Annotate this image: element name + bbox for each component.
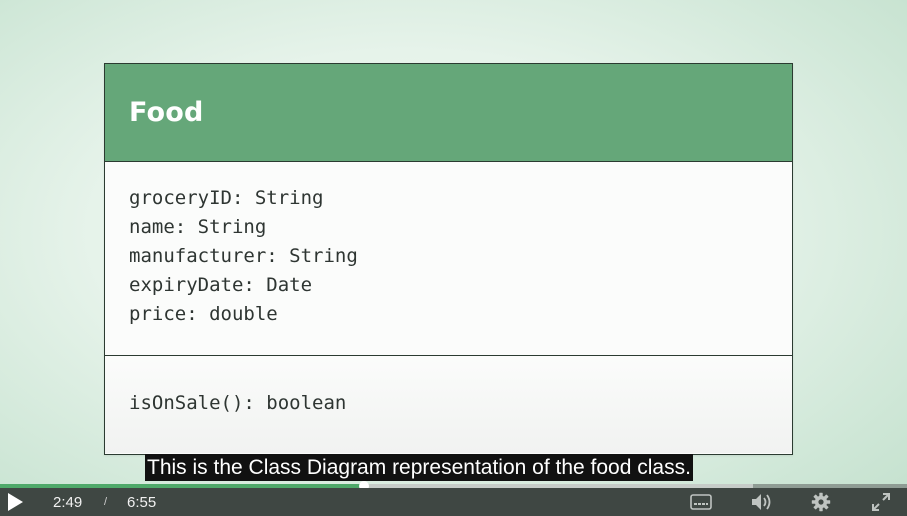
time-separator: / (104, 496, 108, 508)
attribute-item: name: String (129, 216, 267, 238)
play-button[interactable] (4, 490, 26, 514)
gear-icon (811, 492, 831, 512)
volume-button[interactable] (750, 492, 774, 512)
uml-class-box: Food groceryID: String name: String manu… (104, 63, 793, 455)
captions-icon (690, 494, 712, 510)
subtitle-caption: This is the Class Diagram representation… (145, 454, 693, 481)
fullscreen-button[interactable] (871, 492, 891, 512)
captions-button[interactable] (690, 494, 712, 510)
method-item: isOnSale(): boolean (129, 392, 347, 414)
class-name-compartment: Food (105, 64, 792, 162)
attribute-item: manufacturer: String (129, 245, 358, 267)
volume-icon (752, 494, 771, 510)
total-time: 6:55 (127, 494, 157, 511)
video-control-bar: 2:49 / 6:55 (0, 488, 907, 516)
attribute-item: groceryID: String (129, 187, 324, 209)
video-stage[interactable]: Food groceryID: String name: String manu… (0, 0, 907, 486)
methods-compartment: isOnSale(): boolean (105, 356, 792, 453)
play-icon (8, 493, 23, 511)
current-time: 2:49 (53, 494, 83, 511)
attributes-compartment: groceryID: String name: String manufactu… (105, 162, 792, 356)
class-name: Food (129, 97, 204, 128)
attribute-item: expiryDate: Date (129, 274, 313, 296)
attribute-item: price: double (129, 303, 278, 325)
fullscreen-icon (872, 493, 890, 511)
settings-button[interactable] (811, 492, 831, 512)
